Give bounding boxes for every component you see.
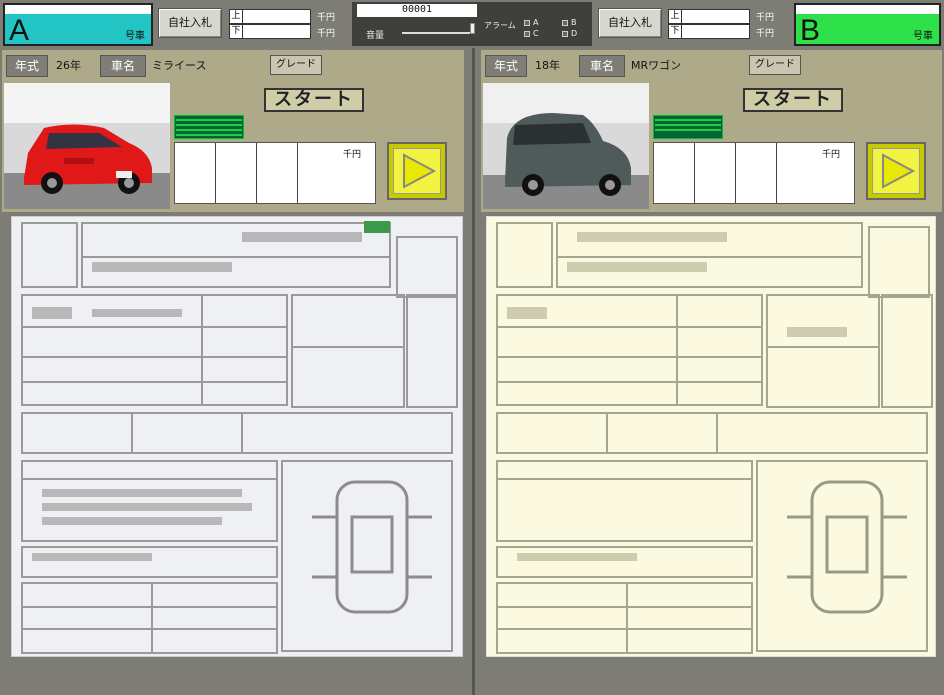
lane-a-suffix: 号車 [125, 31, 145, 42]
volume-label: 音量 [366, 31, 385, 41]
left-name-value: ミライース [152, 59, 207, 72]
left-vehicle-panel: 年式 26年 車名 ミライース グレード スタート 千円 [2, 50, 464, 212]
bid-b-lower-field[interactable]: 下 [668, 24, 750, 39]
lane-b-suffix: 号車 [913, 31, 933, 42]
right-bid-meter [653, 115, 723, 139]
right-vehicle-panel: 年式 18年 車名 MRワゴン グレード スタート 千円 [481, 50, 942, 212]
alarm-a-check[interactable] [524, 20, 530, 26]
left-car-photo [4, 83, 170, 209]
lane-a-letter: A [9, 14, 30, 47]
left-inspection-sheet [11, 216, 463, 657]
bid-a-unit-upper: 千円 [317, 13, 336, 23]
right-start-button[interactable]: スタート [743, 88, 843, 112]
right-name-label: 車名 [579, 55, 625, 77]
left-grade-button[interactable]: グレード [270, 55, 322, 75]
bid-a-lower-field[interactable]: 下 [229, 24, 311, 39]
lane-a-badge: A 号車 [3, 3, 153, 47]
left-year-value: 26年 [56, 59, 81, 72]
alarm-c-check[interactable] [524, 31, 530, 37]
alarm-b-check[interactable] [562, 20, 568, 26]
alarm-d-check[interactable] [562, 31, 568, 37]
lane-b-badge: B 号車 [794, 3, 941, 47]
left-play-button[interactable] [387, 142, 447, 200]
right-amount-display: 千円 [653, 142, 855, 204]
bid-b-button[interactable]: 自社入札 [598, 8, 662, 38]
play-icon [403, 153, 437, 189]
right-name-value: MRワゴン [631, 59, 682, 72]
left-amount-unit: 千円 [343, 150, 362, 160]
right-grade-button[interactable]: グレード [749, 55, 801, 75]
alarm-label: アラーム [484, 21, 516, 30]
bid-b-upper-field[interactable]: 上 [668, 9, 750, 24]
right-amount-unit: 千円 [822, 150, 841, 160]
bid-a-unit-lower: 千円 [317, 29, 336, 39]
lane-divider [472, 48, 475, 695]
bid-a-box: 上 下 千円 千円 [229, 8, 347, 40]
right-year-value: 18年 [535, 59, 560, 72]
right-inspection-sheet [486, 216, 936, 657]
left-name-label: 車名 [100, 55, 146, 77]
right-year-label: 年式 [485, 55, 527, 77]
bid-a-upper-field[interactable]: 上 [229, 9, 311, 24]
left-year-label: 年式 [6, 55, 48, 77]
left-start-button[interactable]: スタート [264, 88, 364, 112]
lane-b-letter: B [800, 14, 821, 47]
right-play-button[interactable] [866, 142, 926, 200]
right-car-photo [483, 83, 649, 209]
bid-b-unit-upper: 千円 [756, 13, 775, 23]
left-amount-display: 千円 [174, 142, 376, 204]
lot-counter: 00001 [357, 4, 477, 17]
volume-slider-thumb[interactable] [470, 23, 475, 34]
volume-slider-track[interactable] [402, 32, 472, 34]
bid-b-box: 上 下 千円 千円 [668, 8, 786, 40]
play-icon [882, 153, 916, 189]
bid-b-unit-lower: 千円 [756, 29, 775, 39]
center-control-panel: 00001 音量 アラーム A C B D [352, 2, 592, 46]
left-bid-meter [174, 115, 244, 139]
bid-a-button[interactable]: 自社入札 [158, 8, 222, 38]
